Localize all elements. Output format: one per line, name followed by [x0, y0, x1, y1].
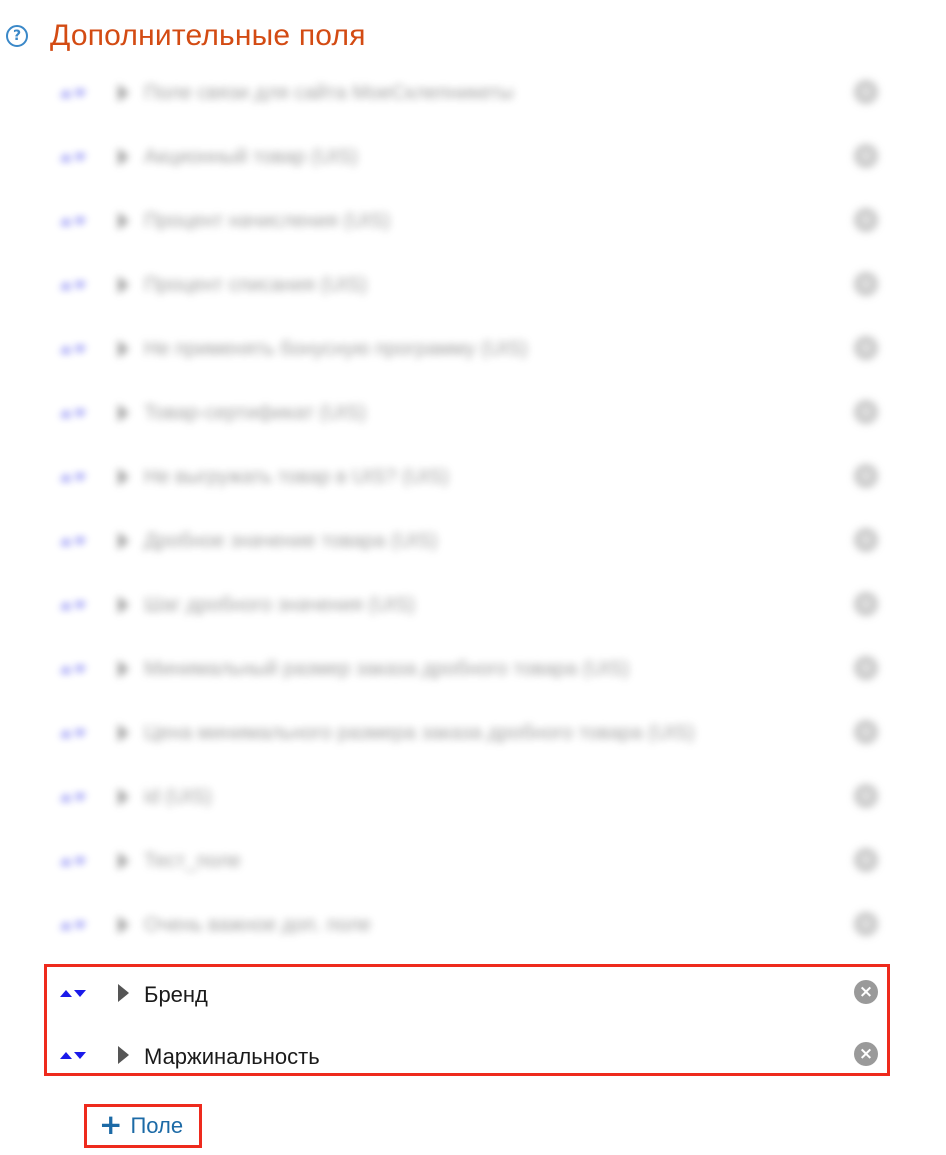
remove-circle-icon[interactable]: ×	[854, 784, 878, 808]
field-row: Минимальный размер заказа дробного товар…	[48, 648, 888, 692]
field-row: id (UIS) ×	[48, 776, 888, 820]
sort-arrows-icon[interactable]	[60, 279, 88, 291]
remove-circle-icon[interactable]: ×	[854, 656, 878, 680]
remove-circle-icon[interactable]: ×	[854, 912, 878, 936]
remove-circle-icon[interactable]: ×	[854, 464, 878, 488]
field-label: Очень важное доп. поле	[144, 914, 371, 936]
expand-triangle-icon[interactable]	[118, 724, 129, 742]
field-row: Процент списания (UIS) ×	[48, 264, 888, 308]
field-label: Цена минимального размера заказа дробног…	[144, 722, 695, 744]
field-row: Не применять бонусную программу (UIS) ×	[48, 328, 888, 372]
sort-arrows-icon[interactable]	[60, 855, 88, 867]
field-row: Акционный товар (UIS) ×	[48, 136, 888, 180]
expand-triangle-icon[interactable]	[118, 1046, 129, 1064]
field-row: Дробное значение товара (UIS) ×	[48, 520, 888, 564]
field-label: Минимальный размер заказа дробного товар…	[144, 658, 630, 680]
sort-arrows-icon[interactable]	[60, 727, 88, 739]
sort-arrows-icon[interactable]	[60, 343, 88, 355]
field-label-brand: Бренд	[144, 982, 208, 1007]
field-row: Очень важное доп. поле ×	[48, 904, 888, 948]
field-row: Шаг дробного значения (UIS) ×	[48, 584, 888, 628]
field-row: Процент начисления (UIS) ×	[48, 200, 888, 244]
help-icon[interactable]: ?	[6, 25, 28, 47]
field-row: Цена минимального размера заказа дробног…	[48, 712, 888, 756]
field-label: Акционный товар (UIS)	[144, 146, 358, 168]
remove-circle-icon[interactable]: ×	[854, 1042, 878, 1066]
expand-triangle-icon[interactable]	[118, 984, 129, 1002]
sort-arrows-icon[interactable]	[60, 87, 88, 99]
sort-arrows-icon[interactable]	[60, 919, 88, 931]
sort-arrows-icon[interactable]	[60, 215, 88, 227]
plus-icon: +	[99, 1107, 123, 1141]
remove-circle-icon[interactable]: ×	[854, 400, 878, 424]
remove-circle-icon[interactable]: ×	[854, 208, 878, 232]
expand-triangle-icon[interactable]	[118, 276, 129, 294]
sort-arrows-icon[interactable]	[60, 663, 88, 675]
field-row: Тест_поле ×	[48, 840, 888, 884]
expand-triangle-icon[interactable]	[118, 404, 129, 422]
field-label: id (UIS)	[144, 786, 212, 808]
remove-circle-icon[interactable]: ×	[854, 272, 878, 296]
expand-triangle-icon[interactable]	[118, 852, 129, 870]
sort-arrows-icon[interactable]	[60, 987, 88, 999]
remove-circle-icon[interactable]: ×	[854, 528, 878, 552]
remove-circle-icon[interactable]: ×	[854, 980, 878, 1004]
field-label: Процент списания (UIS)	[144, 274, 368, 296]
sort-arrows-icon[interactable]	[60, 471, 88, 483]
remove-circle-icon[interactable]: ×	[854, 720, 878, 744]
remove-circle-icon[interactable]: ×	[854, 336, 878, 360]
section-header: ? Дополнительные поля	[6, 14, 366, 58]
field-label: Процент начисления (UIS)	[144, 210, 391, 232]
field-label: Товар-сертификат (UIS)	[144, 402, 367, 424]
section-title: Дополнительные поля	[50, 19, 366, 52]
field-label-margin: Маржинальность	[144, 1044, 320, 1069]
field-label: Поле связи для сайта МоеСклепникеты	[144, 82, 514, 104]
expand-triangle-icon[interactable]	[118, 148, 129, 166]
remove-circle-icon[interactable]: ×	[854, 848, 878, 872]
expand-triangle-icon[interactable]	[118, 468, 129, 486]
field-row-margin: Маржинальность ×	[48, 1034, 888, 1078]
field-label: Не применять бонусную программу (UIS)	[144, 338, 528, 360]
expand-triangle-icon[interactable]	[118, 212, 129, 230]
expand-triangle-icon[interactable]	[118, 916, 129, 934]
sort-arrows-icon[interactable]	[60, 599, 88, 611]
expand-triangle-icon[interactable]	[118, 532, 129, 550]
field-label: Дробное значение товара (UIS)	[144, 530, 438, 552]
field-row: Товар-сертификат (UIS) ×	[48, 392, 888, 436]
remove-circle-icon[interactable]: ×	[854, 80, 878, 104]
remove-circle-icon[interactable]: ×	[854, 592, 878, 616]
sort-arrows-icon[interactable]	[60, 151, 88, 163]
sort-arrows-icon[interactable]	[60, 1049, 88, 1061]
sort-arrows-icon[interactable]	[60, 407, 88, 419]
field-label: Тест_поле	[144, 850, 241, 872]
sort-arrows-icon[interactable]	[60, 791, 88, 803]
field-label: Шаг дробного значения (UIS)	[144, 594, 416, 616]
field-label: Не выгружать товар в UIS? (UIS)	[144, 466, 449, 488]
field-row: Не выгружать товар в UIS? (UIS) ×	[48, 456, 888, 500]
field-row: Поле связи для сайта МоеСклепникеты ×	[48, 72, 888, 116]
expand-triangle-icon[interactable]	[118, 596, 129, 614]
expand-triangle-icon[interactable]	[118, 660, 129, 678]
add-field-button[interactable]: + Поле	[84, 1104, 202, 1148]
add-field-label: Поле	[130, 1113, 184, 1138]
remove-circle-icon[interactable]: ×	[854, 144, 878, 168]
sort-arrows-icon[interactable]	[60, 535, 88, 547]
expand-triangle-icon[interactable]	[118, 340, 129, 358]
expand-triangle-icon[interactable]	[118, 84, 129, 102]
expand-triangle-icon[interactable]	[118, 788, 129, 806]
field-row-brand: Бренд ×	[48, 972, 888, 1016]
